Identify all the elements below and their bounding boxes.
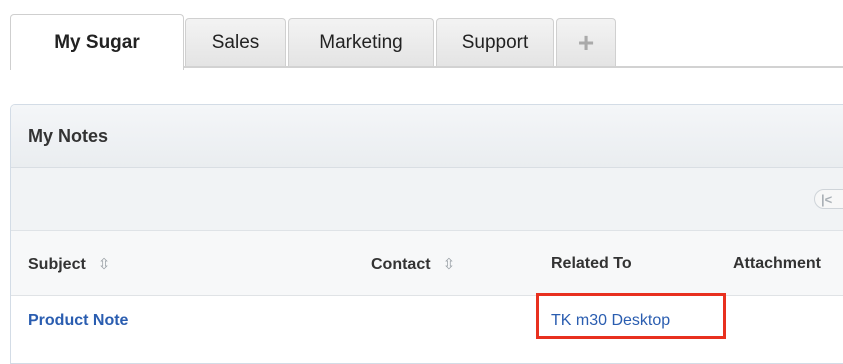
my-notes-dashlet: My Notes |< Subject ⇳ Contact ⇳ Related To… bbox=[10, 104, 843, 364]
sort-icon[interactable]: ⇳ bbox=[98, 256, 111, 273]
tab-support[interactable]: Support bbox=[436, 18, 554, 66]
first-page-button[interactable]: |< bbox=[814, 189, 843, 209]
related-to-link[interactable]: TK m30 Desktop bbox=[551, 312, 670, 330]
add-tab-button[interactable]: + bbox=[556, 18, 616, 66]
column-header-related-to: Related To bbox=[551, 255, 632, 272]
table-row: Product Note TK m30 Desktop bbox=[11, 293, 843, 356]
tab-marketing[interactable]: Marketing bbox=[288, 18, 434, 66]
column-header-subject[interactable]: Subject ⇳ bbox=[28, 255, 110, 274]
sort-icon[interactable]: ⇳ bbox=[443, 256, 456, 273]
tab-my-sugar[interactable]: My Sugar bbox=[10, 14, 184, 70]
column-header-contact[interactable]: Contact ⇳ bbox=[371, 255, 455, 274]
column-header-row: Subject ⇳ Contact ⇳ Related To Attachment bbox=[11, 231, 843, 296]
pagination-bar: |< bbox=[11, 168, 843, 231]
subject-link[interactable]: Product Note bbox=[28, 312, 128, 330]
column-header-attachment: Attachment bbox=[733, 255, 822, 272]
dashlet-title: My Notes bbox=[11, 105, 843, 168]
module-tab-bar: My Sugar Sales Marketing Support + bbox=[0, 0, 843, 70]
tab-sales[interactable]: Sales bbox=[185, 18, 286, 66]
